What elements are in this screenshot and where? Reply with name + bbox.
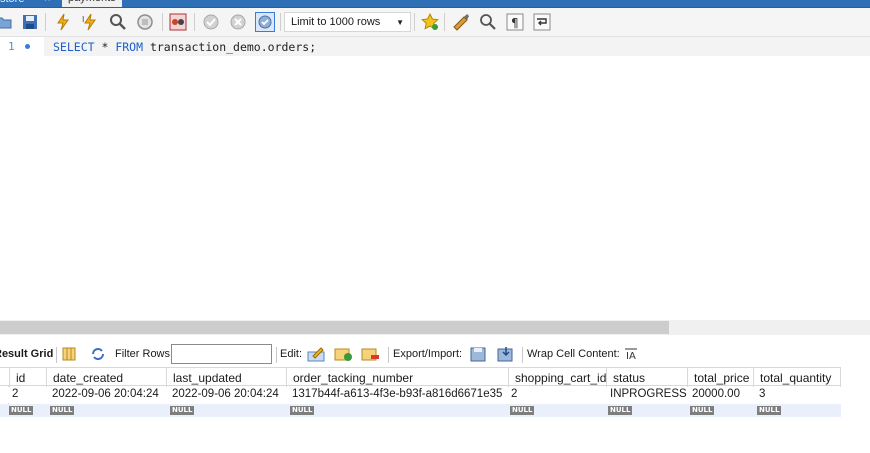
svg-text:¶: ¶ bbox=[511, 16, 519, 30]
cell-order-tracking-number[interactable]: 1317b44f-a613-4f3e-b93f-a816d6671e35 bbox=[286, 387, 502, 403]
line-number: 1 bbox=[8, 40, 15, 53]
editor-gutter: 1 bbox=[0, 37, 44, 57]
toolbar-separator bbox=[280, 13, 281, 31]
edit-row-icon[interactable] bbox=[307, 346, 325, 362]
invisible-chars-icon[interactable]: ¶ bbox=[505, 12, 525, 32]
null-badge: NULL bbox=[290, 406, 315, 415]
column-header[interactable]: total_price bbox=[687, 368, 753, 387]
export-icon[interactable] bbox=[470, 346, 488, 362]
limit-rows-select[interactable]: Limit to 1000 rows ▼ bbox=[284, 12, 411, 32]
svg-text:I: I bbox=[82, 15, 84, 24]
cell-total-price[interactable]: 20000.00 bbox=[686, 387, 740, 403]
cell-total-quantity[interactable]: 3 bbox=[753, 387, 765, 403]
favorite-icon[interactable] bbox=[420, 12, 440, 32]
cell-shopping-cart-id[interactable]: 2 bbox=[505, 387, 517, 403]
refresh-icon[interactable] bbox=[89, 346, 107, 362]
null-badge: NULL bbox=[608, 406, 633, 415]
sql-editor[interactable]: 1 SELECT * FROM transaction_demo.orders; bbox=[0, 37, 870, 320]
table-row[interactable]: 2 2022-09-06 20:04:24 2022-09-06 20:04:2… bbox=[0, 387, 841, 403]
filter-rows-label: Filter Rows: bbox=[115, 348, 174, 360]
horizontal-scrollbar[interactable] bbox=[0, 320, 870, 335]
grid-header: id date_created last_updated order_tacki… bbox=[0, 367, 841, 387]
cell-id[interactable]: 2 bbox=[6, 387, 18, 403]
open-folder-icon[interactable] bbox=[0, 12, 14, 32]
null-badge: NULL bbox=[690, 406, 715, 415]
toggle-results-icon[interactable] bbox=[168, 12, 188, 32]
beautify-icon[interactable] bbox=[451, 12, 471, 32]
toolbar-separator bbox=[522, 347, 523, 363]
filter-rows-input[interactable] bbox=[171, 344, 272, 364]
find-icon[interactable] bbox=[478, 12, 498, 32]
chevron-down-icon: ▼ bbox=[396, 18, 404, 27]
keyword-from: FROM bbox=[115, 40, 144, 54]
toolbar-separator bbox=[414, 13, 415, 31]
stop-icon[interactable] bbox=[135, 12, 155, 32]
null-badge: NULL bbox=[50, 406, 75, 415]
null-badge: NULL bbox=[9, 406, 34, 415]
rollback-icon[interactable] bbox=[228, 12, 248, 32]
grid-view-icon[interactable] bbox=[60, 346, 78, 362]
sql-star: * bbox=[94, 40, 116, 54]
edit-label: Edit: bbox=[280, 348, 303, 360]
sql-statement[interactable]: SELECT * FROM transaction_demo.orders; bbox=[53, 40, 316, 54]
result-grid[interactable]: id date_created last_updated order_tacki… bbox=[0, 367, 870, 453]
wrap-cell-label: Wrap Cell Content: bbox=[527, 348, 620, 360]
statement-marker-icon bbox=[25, 44, 30, 49]
column-header[interactable]: id bbox=[9, 368, 46, 387]
result-toolbar: Result Grid Filter Rows: Edit: Export/Im… bbox=[0, 340, 870, 368]
execute-icon[interactable] bbox=[53, 12, 73, 32]
new-row-placeholder[interactable]: NULL NULL NULL NULL NULL NULL NULL NULL bbox=[0, 404, 841, 417]
tab-store[interactable]: store bbox=[0, 0, 24, 5]
commit-icon[interactable] bbox=[201, 12, 221, 32]
execute-current-icon[interactable]: I bbox=[80, 12, 100, 32]
svg-text:IA: IA bbox=[626, 351, 636, 361]
add-row-icon[interactable] bbox=[334, 346, 352, 362]
null-badge: NULL bbox=[170, 406, 195, 415]
tab-payments[interactable]: payments bbox=[62, 0, 122, 7]
toolbar-separator bbox=[56, 347, 57, 363]
keyword-select: SELECT bbox=[53, 40, 95, 54]
column-header[interactable]: status bbox=[606, 368, 687, 387]
close-icon[interactable]: × bbox=[44, 0, 50, 5]
null-badge: NULL bbox=[510, 406, 535, 415]
limit-label: Limit to 1000 rows bbox=[291, 16, 381, 28]
cell-date-created[interactable]: 2022-09-06 20:04:24 bbox=[46, 387, 159, 403]
save-icon[interactable] bbox=[20, 12, 40, 32]
toolbar-separator bbox=[276, 347, 277, 363]
export-import-label: Export/Import: bbox=[393, 348, 463, 360]
explain-icon[interactable] bbox=[108, 12, 128, 32]
wrap-icon[interactable] bbox=[532, 12, 552, 32]
toolbar-separator bbox=[444, 13, 445, 31]
cell-status[interactable]: INPROGRESS bbox=[604, 387, 687, 403]
import-icon[interactable] bbox=[497, 346, 515, 362]
toolbar-separator bbox=[388, 347, 389, 363]
cell-last-updated[interactable]: 2022-09-06 20:04:24 bbox=[166, 387, 279, 403]
autocommit-icon[interactable] bbox=[255, 12, 275, 32]
wrap-cell-icon[interactable]: IA bbox=[622, 346, 640, 362]
null-badge: NULL bbox=[757, 406, 782, 415]
editor-toolbar: I Limit to 1000 rows ▼ ¶ bbox=[0, 8, 870, 37]
column-header[interactable]: last_updated bbox=[166, 368, 286, 387]
scrollbar-thumb[interactable] bbox=[0, 321, 669, 334]
column-header[interactable]: total_quantity bbox=[753, 368, 841, 387]
tab-strip: store × payments bbox=[0, 0, 870, 8]
toolbar-separator bbox=[194, 13, 195, 31]
column-header[interactable]: shopping_cart_id bbox=[508, 368, 606, 387]
column-header[interactable]: date_created bbox=[46, 368, 166, 387]
result-grid-label[interactable]: Result Grid bbox=[0, 348, 53, 360]
sql-table-name: transaction_demo.orders; bbox=[143, 40, 317, 54]
column-header[interactable]: order_tacking_number bbox=[286, 368, 508, 387]
delete-row-icon[interactable] bbox=[361, 346, 379, 362]
toolbar-separator bbox=[45, 13, 46, 31]
toolbar-separator bbox=[162, 13, 163, 31]
